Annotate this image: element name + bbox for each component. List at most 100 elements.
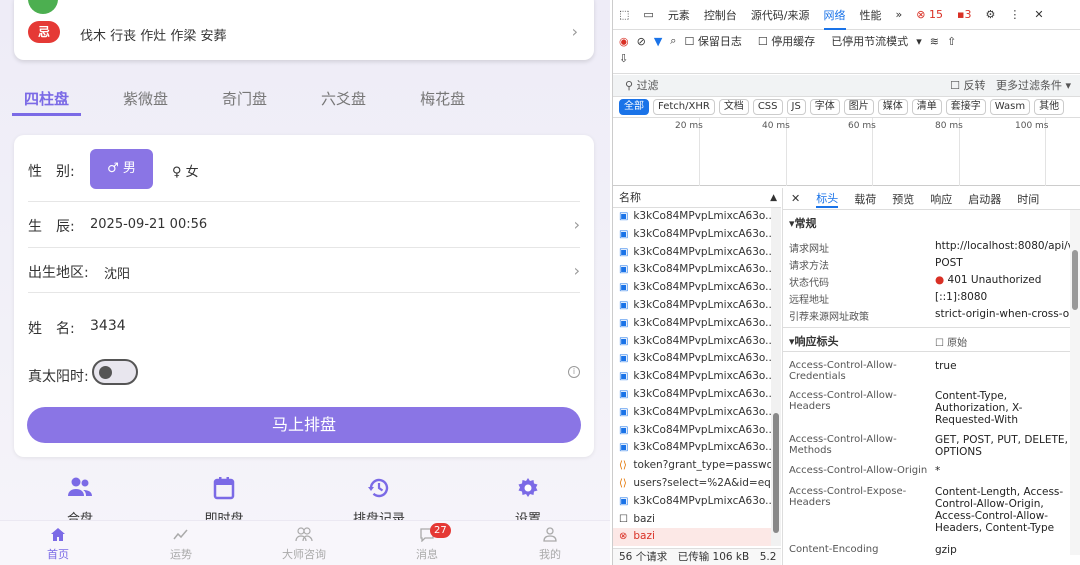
search-icon[interactable]: ⌕ <box>670 34 676 48</box>
request-row[interactable]: ▣ k3kCo84MPvpLmixcA63o... <box>613 422 771 440</box>
people-icon <box>269 527 339 545</box>
tab-qimen[interactable]: 奇门盘 <box>210 84 279 116</box>
tab-sources[interactable]: 源代码/来源 <box>751 7 810 23</box>
header-value: Content-Length, Access-Control-Allow-Ori… <box>935 486 1064 534</box>
tab-performance[interactable]: 性能 <box>860 7 882 23</box>
kebab-menu-icon[interactable]: ⋮ <box>1009 8 1020 21</box>
chip-wasm[interactable]: Wasm <box>989 99 1031 115</box>
timeline-label: 60 ms <box>848 121 876 131</box>
nav-master[interactable]: 大师咨询 <box>269 527 339 562</box>
request-row[interactable]: ▣ k3kCo84MPvpLmixcA63o... <box>613 315 771 333</box>
detail-scrollbar[interactable] <box>1070 210 1080 555</box>
nav-home[interactable]: 首页 <box>23 527 93 562</box>
request-row[interactable]: ▣ k3kCo84MPvpLmixcA63o... <box>613 439 771 457</box>
chip-doc[interactable]: 文档 <box>718 99 749 115</box>
clear-icon[interactable]: ⊘ <box>637 35 646 48</box>
tab-headers[interactable]: 标头 <box>816 190 839 208</box>
chip-fetch[interactable]: Fetch/XHR <box>653 99 715 115</box>
tab-initiator[interactable]: 启动器 <box>968 191 1001 207</box>
request-row[interactable]: ▣ k3kCo84MPvpLmixcA63o... <box>613 368 771 386</box>
filter-input[interactable]: 过滤 <box>637 79 659 92</box>
request-row[interactable]: ▣ k3kCo84MPvpLmixcA63o... <box>613 279 771 297</box>
device-toggle-icon[interactable]: ▭ <box>643 8 653 21</box>
submit-button[interactable]: 马上排盘 <box>27 407 581 443</box>
upload-icon[interactable]: ⇧ <box>947 35 956 48</box>
request-row[interactable]: ▣ k3kCo84MPvpLmixcA63o... <box>613 297 771 315</box>
chip-css[interactable]: CSS <box>752 99 783 115</box>
chip-media[interactable]: 媒体 <box>877 99 908 115</box>
tab-payload[interactable]: 载荷 <box>854 191 876 207</box>
tab-preview[interactable]: 预览 <box>892 191 914 207</box>
chip-all[interactable]: 全部 <box>619 99 649 115</box>
nav-fortune[interactable]: 运势 <box>146 527 216 562</box>
more-filters-button[interactable]: 更多过滤条件 ▾ <box>996 79 1071 92</box>
download-icon[interactable]: ⇩ <box>619 52 628 65</box>
request-list-header[interactable]: 名称 ▲ <box>613 188 781 208</box>
error-count[interactable]: ⊗ 15 <box>916 8 943 21</box>
request-row[interactable]: ▣ k3kCo84MPvpLmixcA63o... <box>613 404 771 422</box>
close-icon[interactable]: ✕ <box>791 192 800 205</box>
request-row[interactable]: ⟨⟩ token?grant_type=password <box>613 457 771 475</box>
gear-icon[interactable]: ⚙ <box>985 8 995 21</box>
tab-liuyao[interactable]: 六爻盘 <box>309 84 378 116</box>
chip-other[interactable]: 其他 <box>1034 99 1065 115</box>
request-name: k3kCo84MPvpLmixcA63o... <box>633 494 771 507</box>
request-xhr-icon: ⟨⟩ <box>619 477 627 489</box>
tab-timing[interactable]: 时间 <box>1017 191 1039 207</box>
request-row[interactable]: ▣ k3kCo84MPvpLmixcA63o... <box>613 386 771 404</box>
request-row[interactable]: ▣ k3kCo84MPvpLmixcA63o... <box>613 226 771 244</box>
chip-img[interactable]: 图片 <box>843 99 874 115</box>
general-section-title[interactable]: ▾常规 <box>789 215 817 231</box>
record-icon[interactable]: ◉ <box>619 35 629 48</box>
scrollbar-thumb[interactable] <box>1072 250 1078 310</box>
request-row[interactable]: ▣ k3kCo84MPvpLmixcA63o... <box>613 333 771 351</box>
name-input[interactable]: 3434 <box>90 318 126 334</box>
request-row[interactable]: ▣ k3kCo84MPvpLmixcA63o... <box>613 208 771 226</box>
inspect-icon[interactable]: ⬚ <box>619 8 629 21</box>
raw-checkbox[interactable]: ☐ 原始 <box>935 334 1075 349</box>
request-row[interactable]: ▣ k3kCo84MPvpLmixcA63o... <box>613 493 771 511</box>
scrollbar-thumb[interactable] <box>773 413 779 533</box>
disable-cache-checkbox[interactable]: ☐ 停用缓存 <box>758 33 823 49</box>
tab-response[interactable]: 响应 <box>930 191 952 207</box>
almanac-card[interactable]: 忌 伐木 行丧 作灶 作梁 安葬 › <box>14 0 594 60</box>
info-icon[interactable]: i <box>568 366 580 378</box>
tab-network[interactable]: 网络 <box>823 7 846 30</box>
chip-manifest[interactable]: 清单 <box>911 99 942 115</box>
request-row[interactable]: ⊗ bazi <box>613 528 771 547</box>
warn-count[interactable]: ▪3 <box>957 8 971 21</box>
request-list-scrollbar[interactable] <box>771 208 781 546</box>
nav-message[interactable]: 27 消息 <box>392 523 462 562</box>
gender-male-button[interactable]: ♂ 男 <box>90 149 153 189</box>
chevron-down-icon[interactable]: ▾ <box>916 35 922 48</box>
request-row[interactable]: ⟨⟩ users?select=%2A&id=eq.... <box>613 475 771 493</box>
response-headers-title[interactable]: ▾响应标头 <box>789 333 839 349</box>
tab-elements[interactable]: 元素 <box>668 7 690 23</box>
toggle-knob <box>99 366 112 379</box>
chip-font[interactable]: 字体 <box>809 99 840 115</box>
chip-socket[interactable]: 套接字 <box>945 99 986 115</box>
header-value: http://localhost:8080/api/v1/b <box>935 240 1080 252</box>
invert-label: 反转 <box>963 79 986 92</box>
tab-console[interactable]: 控制台 <box>704 7 737 23</box>
throttle-select[interactable]: 已停用节流模式 <box>831 33 908 49</box>
preserve-log-checkbox[interactable]: ☐ 保留日志 <box>684 33 749 49</box>
more-tabs-icon[interactable]: » <box>896 8 903 21</box>
network-timeline[interactable]: 20 ms 40 ms 60 ms 80 ms 100 ms <box>613 118 1080 186</box>
wifi-icon[interactable]: ≋ <box>930 35 939 48</box>
request-row[interactable]: ☐ bazi <box>613 511 771 529</box>
invert-checkbox[interactable]: ☐ 反转 <box>950 79 985 92</box>
request-row[interactable]: ▣ k3kCo84MPvpLmixcA63o... <box>613 244 771 262</box>
filter-icon[interactable]: ▼ <box>654 35 662 48</box>
gender-female-button[interactable]: ♀ 女 <box>172 161 199 180</box>
request-row[interactable]: ▣ k3kCo84MPvpLmixcA63o... <box>613 350 771 368</box>
tab-ziwei[interactable]: 紫微盘 <box>111 84 180 116</box>
tab-meihua[interactable]: 梅花盘 <box>408 84 477 116</box>
tab-sizhu[interactable]: 四柱盘 <box>12 84 82 116</box>
request-row[interactable]: ▣ k3kCo84MPvpLmixcA63o... <box>613 261 771 279</box>
chip-js[interactable]: JS <box>786 99 806 115</box>
request-fetch-icon: ▣ <box>619 264 629 276</box>
solar-time-toggle[interactable] <box>92 359 138 385</box>
nav-mine[interactable]: 我的 <box>515 527 585 562</box>
close-icon[interactable]: ✕ <box>1034 8 1043 21</box>
